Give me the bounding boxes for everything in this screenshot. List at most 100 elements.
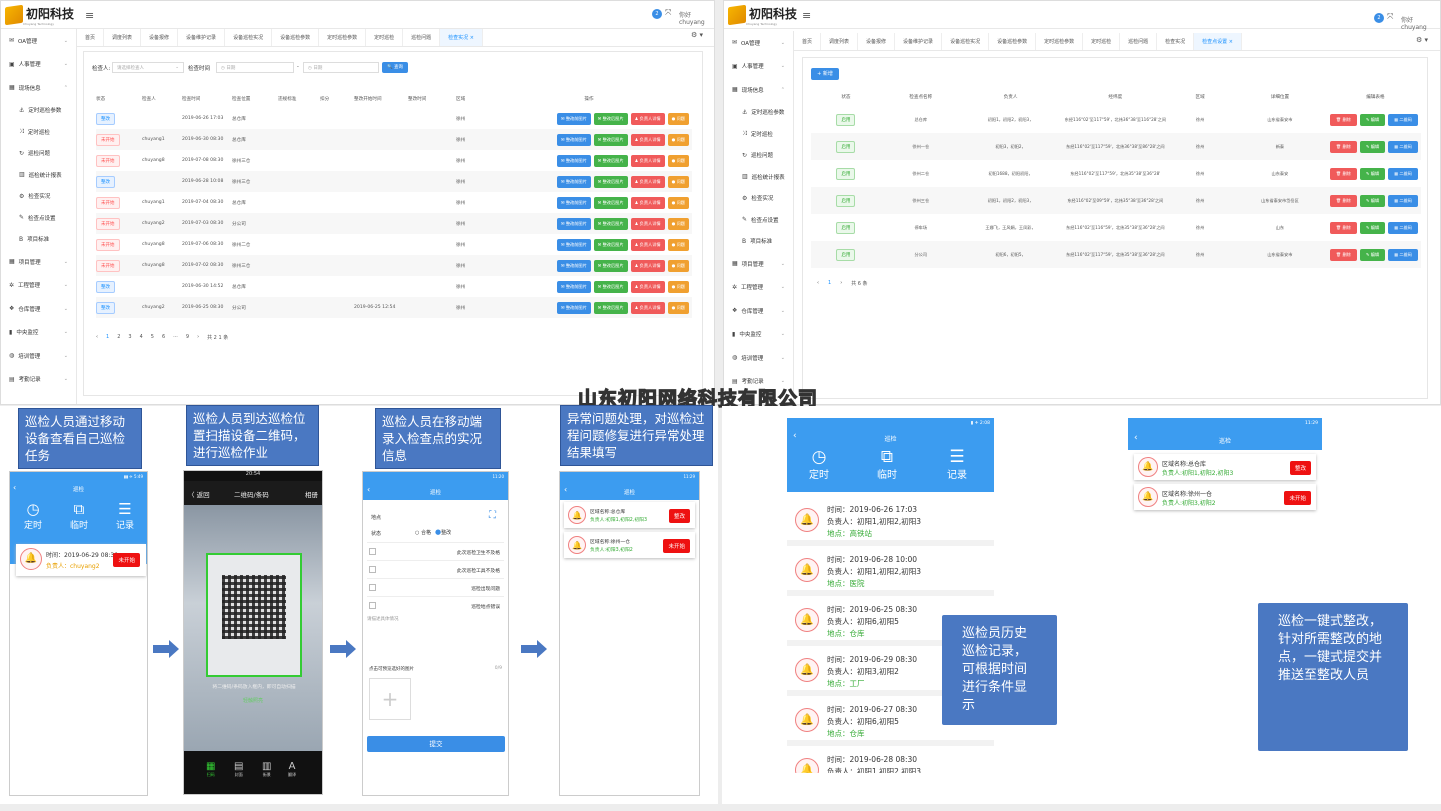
page-item[interactable]: 4 (140, 334, 143, 341)
sidebar-item[interactable]: ▥ 巡检统计报表 (1, 164, 76, 186)
row-action-button[interactable]: ♟ 负责人详情 (630, 196, 665, 209)
sidebar-item[interactable]: ✉ OA管理 ⌄ (1, 29, 76, 53)
row-action-button[interactable]: ♟ 负责人详情 (630, 301, 665, 314)
street-mode[interactable]: ▥ 街景 (262, 761, 271, 778)
sidebar-item[interactable]: ▦ 项目管理 ⌄ (724, 252, 793, 276)
page-item[interactable]: 共 6 条 (851, 280, 867, 287)
fullscreen-icon[interactable]: ⤧ (665, 8, 671, 18)
row-action-button[interactable]: ✉ 整改后图片 (593, 280, 628, 293)
area-card[interactable]: 🔔 区域名称:徐州一仓 负责人:初阳3,初阳2 未开始 (564, 532, 695, 558)
rectify-button[interactable]: 整改 (668, 509, 690, 523)
not-started-button[interactable]: 未开始 (663, 539, 690, 553)
tab[interactable]: 定时巡检参数 (1036, 33, 1084, 50)
row-action-button[interactable]: ♟ 负责人详情 (630, 133, 665, 146)
check-item[interactable]: 此次巡检工具不及格 (367, 560, 504, 578)
row-action-button[interactable]: ✉ 整改前图片 (556, 196, 591, 209)
row-action-button[interactable]: ▦ 二维码 (1388, 248, 1418, 261)
sidebar-item[interactable]: ▥ 巡检统计报表 (724, 166, 793, 188)
tab[interactable]: 设备维护记录 (895, 33, 943, 50)
row-action-button[interactable]: ♟ 负责人详情 (630, 259, 665, 272)
row-action-button[interactable]: ♟ 负责人详情 (630, 238, 665, 251)
page-item[interactable]: 6 (162, 334, 165, 341)
row-action-button[interactable]: ● 问题 (667, 301, 689, 314)
area-card[interactable]: 🔔 区域名称:总仓库 负责人:初阳1,初阳2,初阳3 整改 (1134, 454, 1316, 480)
sidebar-item[interactable]: ▣ 人事管理 ⌄ (724, 55, 793, 79)
row-action-button[interactable]: ✎ 编辑 (1359, 221, 1386, 234)
row-action-button[interactable]: ● 问题 (667, 238, 689, 251)
page-item[interactable]: ‹ (817, 280, 819, 287)
tab[interactable]: 检查实况 (1157, 33, 1195, 50)
row-action-button[interactable]: ● 问题 (667, 280, 689, 293)
checkbox[interactable] (369, 548, 376, 555)
tab[interactable]: 首页 (794, 33, 822, 50)
tab[interactable]: 定时巡检 (366, 29, 404, 46)
checkbox[interactable] (369, 584, 376, 591)
sidebar-item[interactable]: ❖ 仓库管理 ⌄ (1, 297, 76, 321)
page-item[interactable]: ‹ (96, 334, 98, 341)
end-date-input[interactable]: ◷ 日期 (303, 62, 379, 73)
page-item[interactable]: 9 (186, 334, 189, 341)
person-select[interactable]: 请选择检查人 ⌄ (112, 62, 184, 73)
sidebar-item[interactable]: ▤ 考勤记录 ⌄ (1, 368, 76, 392)
tab-settings-gear-icon[interactable]: ⚙ ▾ (1416, 36, 1428, 44)
scan-mode[interactable]: ▦ 扫码 (206, 761, 215, 778)
task-card[interactable]: 🔔 时间：2019-06-29 08:30 负责人：chuyang2 未开始 (16, 544, 146, 576)
row-action-button[interactable]: ▦ 二维码 (1388, 167, 1418, 180)
tab[interactable]: 设备巡检参数 (989, 33, 1037, 50)
tab[interactable]: 设备维护记录 (178, 29, 226, 46)
row-action-button[interactable]: ● 问题 (667, 175, 689, 188)
radio-pass[interactable]: ○ 合格 (415, 529, 431, 536)
sidebar-item[interactable]: ▮ 中央监控 ⌄ (1, 321, 76, 345)
row-action-button[interactable]: ✉ 整改后图片 (593, 154, 628, 167)
row-action-button[interactable]: ✉ 整改后图片 (593, 259, 628, 272)
row-action-button[interactable]: 🗑 删除 (1329, 221, 1357, 234)
tab[interactable]: 首页 (77, 29, 105, 46)
radio-rectify[interactable]: ●整改 (435, 528, 451, 536)
row-action-button[interactable]: ✉ 整改后图片 (593, 301, 628, 314)
back-button[interactable]: 〈 返回 (188, 489, 210, 499)
sidebar-item[interactable]: ✲ 工程管理 ⌄ (724, 276, 793, 300)
tab[interactable]: 设备巡检参数 (272, 29, 320, 46)
row-action-button[interactable]: ✉ 整改前图片 (556, 133, 591, 146)
page-item[interactable]: 5 (151, 334, 154, 341)
page-item[interactable]: 1 (828, 280, 831, 287)
sidebar-item[interactable]: ▦ 项目管理 ⌄ (1, 250, 76, 274)
not-started-button[interactable]: 未开始 (1284, 491, 1311, 505)
row-action-button[interactable]: ✉ 整改前图片 (556, 238, 591, 251)
checkbox[interactable] (369, 602, 376, 609)
tab[interactable]: 设备巡检实况 (942, 33, 990, 50)
row-action-button[interactable]: ✎ 编辑 (1359, 248, 1386, 261)
row-action-button[interactable]: ✉ 整改前图片 (556, 301, 591, 314)
row-action-button[interactable]: ✎ 编辑 (1359, 140, 1386, 153)
notification-badge[interactable]: 2 (652, 9, 662, 19)
row-action-button[interactable]: ✉ 整改前图片 (556, 175, 591, 188)
row-action-button[interactable]: ● 问题 (667, 154, 689, 167)
sidebar-item[interactable]: ❖ 仓库管理 ⌄ (724, 299, 793, 323)
row-action-button[interactable]: ✉ 整改后图片 (593, 217, 628, 230)
tab[interactable]: 巡检问题 (403, 29, 441, 46)
row-action-button[interactable]: ✉ 整改前图片 (556, 259, 591, 272)
tab-settings-gear-icon[interactable]: ⚙ ▾ (691, 31, 703, 39)
scan-icon[interactable]: ⛶ (489, 510, 496, 521)
row-action-button[interactable]: ♟ 负责人详情 (630, 280, 665, 293)
row-action-button[interactable]: ✉ 整改前图片 (556, 154, 591, 167)
tab[interactable]: 设备巡检实况 (225, 29, 273, 46)
history-record[interactable]: 🔔 时间：2019-06-28 08:30 负责人：初阳1,初阳2,初阳3 (787, 746, 994, 773)
check-item[interactable]: 此次巡检卫生不及格 (367, 542, 504, 560)
tab[interactable]: 定时巡检参数 (319, 29, 367, 46)
page-item[interactable]: 2 (117, 334, 120, 341)
sidebar-item[interactable]: ▮ 中央监控 ⌄ (724, 323, 793, 347)
row-action-button[interactable]: ▦ 二维码 (1388, 113, 1418, 126)
sidebar-item[interactable]: ⚙ 检查实况 (724, 188, 793, 210)
search-button[interactable]: 🔍 查询 (382, 62, 408, 73)
sidebar-item[interactable]: ▦ 现场信息 ⌃ (1, 76, 76, 100)
notification-badge[interactable]: 2 (1374, 13, 1384, 23)
history-record[interactable]: 🔔 时间：2019-06-26 17:03 负责人：初阳1,初阳2,初阳3 地点：高铁… (787, 496, 994, 546)
checkbox[interactable] (369, 566, 376, 573)
row-action-button[interactable]: ✉ 整改后图片 (593, 175, 628, 188)
page-item[interactable]: ··· (173, 334, 178, 341)
fullscreen-icon[interactable]: ⤧ (1387, 12, 1393, 22)
check-item[interactable]: 巡检出现问题 (367, 578, 504, 596)
user-greeting[interactable]: 你好 chuyang (679, 10, 714, 26)
row-action-button[interactable]: ♟ 负责人详情 (630, 175, 665, 188)
